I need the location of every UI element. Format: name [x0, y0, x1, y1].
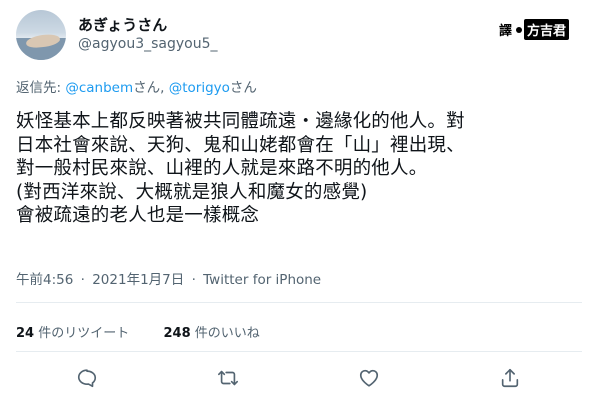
retweets-stat[interactable]: 24 件のリツイート: [16, 326, 129, 341]
reply-suffix-2: さん: [229, 80, 257, 96]
divider: [16, 351, 582, 352]
divider: [16, 302, 582, 303]
tweet-line: 對一般村民來說、山裡的人就是來路不明的他人。: [16, 158, 428, 179]
reply-user-canbem[interactable]: @canbem: [65, 80, 133, 96]
tweet-line: 日本社會來說、天狗、鬼和山姥都會在「山」裡出現、: [16, 134, 465, 156]
replying-to: 返信先: @canbemさん, @torigyoさん: [16, 76, 257, 96]
retweet-icon[interactable]: [217, 367, 241, 391]
heart-icon[interactable]: [358, 367, 382, 391]
reply-user-torigyo[interactable]: @torigyo: [169, 80, 230, 96]
tweet-stats: 24 件のリツイート 248 件のいいね: [16, 322, 260, 341]
tweet-line: 妖怪基本上都反映著被共同體疏遠・邊緣化的他人。對: [16, 111, 465, 132]
retweets-label: 件のリツイート: [34, 326, 130, 341]
reply-prefix: 返信先:: [16, 80, 66, 96]
tweet-date[interactable]: 2021年1月7日: [92, 272, 184, 288]
reply-suffix-1: さん,: [133, 80, 169, 96]
likes-label: 件のいいね: [190, 326, 260, 341]
tweet-client[interactable]: Twitter for iPhone: [203, 272, 321, 288]
share-icon[interactable]: [499, 367, 523, 391]
meta-separator: ·: [80, 272, 85, 288]
avatar[interactable]: [16, 10, 66, 60]
likes-stat[interactable]: 248 件のいいね: [164, 326, 260, 341]
watermark-dot: [516, 26, 523, 33]
author-display-name[interactable]: あぎょうさん: [78, 14, 167, 35]
watermark-left: 譯: [499, 24, 513, 39]
tweet-line: 會被疏遠的老人也是一樣概念: [16, 205, 260, 226]
tweet-line: (對西洋來說、大概就是狼人和魔女的感覺): [16, 181, 368, 203]
meta-separator: ·: [191, 272, 196, 288]
tweet-time[interactable]: 午前4:56: [16, 272, 73, 288]
translator-watermark: 譯 方吉君: [497, 19, 570, 40]
tweet-actions: [0, 364, 598, 394]
watermark-right: 方吉君: [524, 19, 570, 40]
author-handle[interactable]: @agyou3_sagyou5_: [78, 36, 218, 52]
tweet-meta: 午前4:56 · 2021年1月7日 · Twitter for iPhone: [16, 268, 321, 288]
tweet-text: 妖怪基本上都反映著被共同體疏遠・邊緣化的他人。對 日本社會來說、天狗、鬼和山姥都…: [16, 110, 586, 228]
retweets-count: 24: [16, 326, 35, 341]
likes-count: 248: [163, 326, 191, 341]
reply-icon[interactable]: [76, 367, 100, 391]
